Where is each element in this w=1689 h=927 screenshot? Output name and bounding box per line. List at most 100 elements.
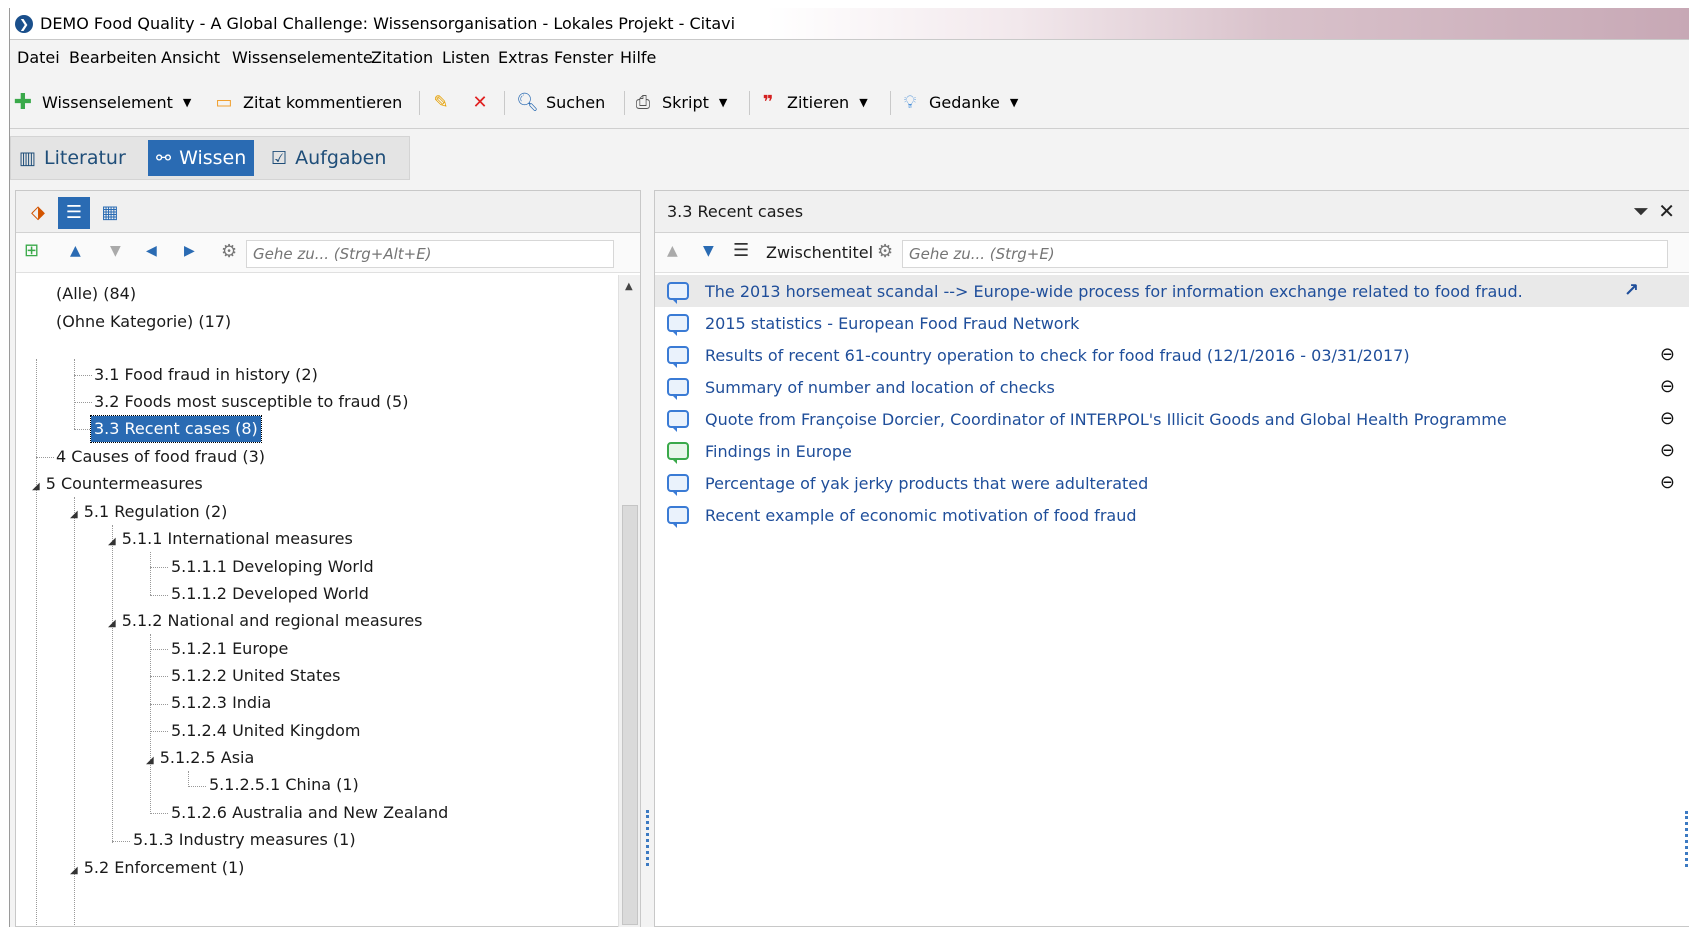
tree-item-5-1-3[interactable]: 5.1.3 Industry measures (1) xyxy=(133,827,356,853)
filter-icon[interactable]: ⏷ xyxy=(1633,199,1649,223)
tab-knowledge[interactable]: ⚯ Wissen xyxy=(148,140,255,176)
move-up-icon[interactable]: ▲ xyxy=(667,243,678,259)
category-goto-input[interactable] xyxy=(246,240,614,268)
knowledge-item-list: The 2013 horsemeat scandal --> Europe-wi… xyxy=(655,275,1689,531)
tree-item-5-1-2-4[interactable]: 5.1.2.4 United Kingdom xyxy=(171,718,360,744)
link-icon[interactable]: ⊖ xyxy=(1660,376,1675,397)
link-icon[interactable]: ⊖ xyxy=(1660,472,1675,493)
tab-tasks[interactable]: ☑ Aufgaben xyxy=(263,140,394,176)
tree-item-5-1[interactable]: ◢ 5.1 Regulation (2) xyxy=(70,499,227,525)
tree-item-uncategorized[interactable]: (Ohne Kategorie) (17) xyxy=(56,309,231,335)
tree-connector xyxy=(112,525,113,843)
edit-button[interactable]: ✎ xyxy=(430,87,456,117)
tree-connector xyxy=(150,552,151,595)
menu-hilfe[interactable]: Hilfe xyxy=(620,48,656,67)
expand-arrow-icon[interactable]: ◢ xyxy=(108,618,116,629)
list-item[interactable]: Quote from Françoise Dorcier, Coordinato… xyxy=(655,403,1689,435)
gear-icon[interactable]: ⚙ xyxy=(877,241,893,262)
tree-item-5-1-2-6[interactable]: 5.1.2.6 Australia and New Zealand xyxy=(171,800,448,826)
menu-wissenselemente[interactable]: Wissenselemente xyxy=(232,48,373,67)
move-right-icon[interactable]: ▶ xyxy=(184,243,195,259)
link-icon[interactable]: ⊖ xyxy=(1660,344,1675,365)
menu-zitation[interactable]: Zitation xyxy=(371,48,433,67)
chevron-down-icon[interactable]: ▼ xyxy=(1010,96,1018,109)
tab-literature[interactable]: ▥ Literatur xyxy=(11,140,134,176)
menu-extras[interactable]: Extras xyxy=(498,48,549,67)
tree-item-5-1-1[interactable]: ◢ 5.1.1 International measures xyxy=(108,526,353,552)
tree-item-5-1-2-5[interactable]: ◢ 5.1.2.5 Asia xyxy=(146,745,254,771)
jump-arrow-icon[interactable]: ↗ xyxy=(1624,280,1639,301)
expand-arrow-icon[interactable]: ◢ xyxy=(32,481,40,492)
tree-item-5-1-2-5-1[interactable]: 5.1.2.5.1 China (1) xyxy=(209,772,359,798)
knowledge-goto-input[interactable] xyxy=(902,240,1668,268)
list-item[interactable]: The 2013 horsemeat scandal --> Europe-wi… xyxy=(655,275,1689,307)
expand-arrow-icon[interactable]: ◢ xyxy=(70,509,78,520)
lightbulb-icon: 💡︎ xyxy=(903,91,917,113)
list-item[interactable]: Results of recent 61-country operation t… xyxy=(655,339,1689,371)
close-icon[interactable]: ✕ xyxy=(1658,199,1675,223)
printer-icon: ⎙ xyxy=(635,91,651,113)
menu-datei[interactable]: Datei xyxy=(17,48,60,67)
tree-item-5-1-2-3[interactable]: 5.1.2.3 India xyxy=(171,690,271,716)
chevron-down-icon[interactable]: ▼ xyxy=(183,96,191,109)
tree-item-3-3[interactable]: 3.3 Recent cases (8) xyxy=(90,415,262,443)
subheading-button[interactable]: Zwischentitel xyxy=(766,243,873,262)
category-tree-icon[interactable]: ☰ xyxy=(58,197,90,229)
pane-splitter[interactable] xyxy=(642,190,654,927)
tree-item-4[interactable]: 4 Causes of food fraud (3) xyxy=(56,444,265,470)
tree-item-3-1[interactable]: 3.1 Food fraud in history (2) xyxy=(94,362,318,388)
list-item[interactable]: Summary of number and location of checks… xyxy=(655,371,1689,403)
move-left-icon[interactable]: ◀ xyxy=(146,243,157,259)
scrollbar-thumb[interactable] xyxy=(622,505,638,925)
tree-item-5-1-1-1[interactable]: 5.1.1.1 Developing World xyxy=(171,554,374,580)
tree-item-5-1-1-2[interactable]: 5.1.1.2 Developed World xyxy=(171,581,369,607)
expand-arrow-icon[interactable]: ◢ xyxy=(146,755,154,766)
tree-item-5[interactable]: ◢ 5 Countermeasures xyxy=(32,471,203,497)
knowledge-item-button[interactable]: ✚ Wissenselement ▼ xyxy=(12,87,192,117)
tree-item-5-1-2[interactable]: ◢ 5.1.2 National and regional measures xyxy=(108,608,423,634)
comment-quote-button[interactable]: ▭ Zitat kommentieren xyxy=(213,87,402,117)
search-button[interactable]: 🔍︎ Suchen xyxy=(516,87,605,117)
move-up-icon[interactable]: ▲ xyxy=(70,243,81,259)
grid-filter-icon[interactable]: ▦ xyxy=(94,197,126,229)
tree-item-3-2[interactable]: 3.2 Foods most susceptible to fraud (5) xyxy=(94,389,408,415)
link-icon[interactable]: ⊖ xyxy=(1660,440,1675,461)
list-item[interactable]: Recent example of economic motivation of… xyxy=(655,499,1689,531)
move-down-icon[interactable]: ▼ xyxy=(110,243,121,259)
cite-button[interactable]: ❞ Zitieren ▼ xyxy=(757,87,868,117)
expand-arrow-icon[interactable]: ◢ xyxy=(70,865,78,876)
scroll-up-icon[interactable]: ▲ xyxy=(625,281,633,292)
menu-bearbeiten[interactable]: Bearbeiten xyxy=(69,48,157,67)
splitter-grip[interactable] xyxy=(1685,811,1689,867)
script-button[interactable]: ⎙ Skript ▼ xyxy=(632,87,728,117)
tree-connector xyxy=(150,813,168,814)
tag-icon[interactable]: ⬗ xyxy=(22,197,54,229)
menu-fenster[interactable]: Fenster xyxy=(554,48,613,67)
menu-listen[interactable]: Listen xyxy=(442,48,490,67)
tree-item-5-1-2-1[interactable]: 5.1.2.1 Europe xyxy=(171,636,288,662)
tree-item-5-1-2-2[interactable]: 5.1.2.2 United States xyxy=(171,663,340,689)
list-item[interactable]: 2015 statistics - European Food Fraud Ne… xyxy=(655,307,1689,339)
chevron-down-icon[interactable]: ▼ xyxy=(719,96,727,109)
menu-ansicht[interactable]: Ansicht xyxy=(161,48,220,67)
list-item[interactable]: Findings in Europe ⊖ xyxy=(655,435,1689,467)
tree-item-all[interactable]: (Alle) (84) xyxy=(56,281,136,307)
comment-quote-label: Zitat kommentieren xyxy=(243,92,403,112)
move-down-icon[interactable]: ▼ xyxy=(703,243,714,259)
citavi-window: ❯ DEMO Food Quality - A Global Challenge… xyxy=(9,8,1689,927)
gear-icon[interactable]: ⚙ xyxy=(221,241,237,262)
link-icon[interactable]: ⊖ xyxy=(1660,408,1675,429)
expand-arrow-icon[interactable]: ◢ xyxy=(108,536,116,547)
chevron-down-icon[interactable]: ▼ xyxy=(859,96,867,109)
tree-scrollbar[interactable]: ▲ xyxy=(618,275,640,927)
tab-knowledge-label: Wissen xyxy=(179,147,247,169)
tree-item-5-2[interactable]: ◢ 5.2 Enforcement (1) xyxy=(70,855,244,881)
thought-button[interactable]: 💡︎ Gedanke ▼ xyxy=(899,87,1019,117)
add-category-icon[interactable]: ⊞ xyxy=(24,240,39,261)
splitter-grip[interactable] xyxy=(646,810,650,866)
knowledge-items-pane: 3.3 Recent cases ⏷ ✕ ▲ ▼ ☰ Zwischentitel… xyxy=(654,190,1689,927)
subheading-icon[interactable]: ☰ xyxy=(733,240,749,261)
list-item[interactable]: Percentage of yak jerky products that we… xyxy=(655,467,1689,499)
delete-button[interactable]: ✕ xyxy=(469,87,499,117)
category-nav-bar: ⊞ ▲ ▼ ◀ ▶ ⚙ xyxy=(16,233,640,273)
